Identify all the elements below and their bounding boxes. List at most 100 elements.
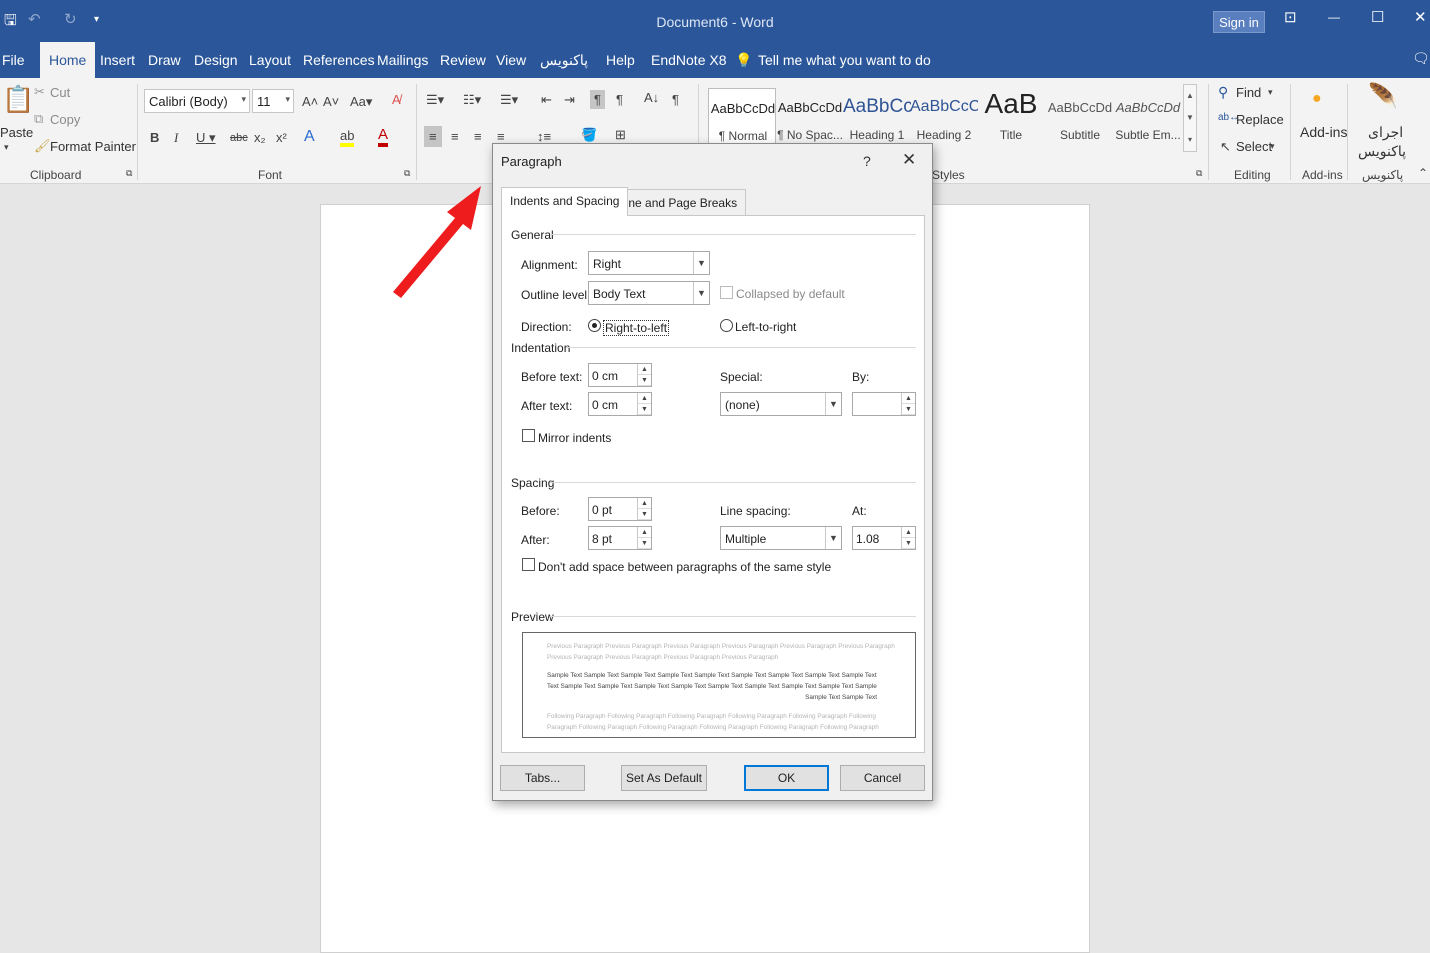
minimize-icon[interactable]: — (1328, 10, 1340, 24)
borders-icon[interactable]: ⊞ (615, 127, 626, 143)
show-marks-icon[interactable]: ¶ (672, 92, 679, 107)
font-size-combo[interactable]: 11 ▾ (252, 89, 294, 113)
decrease-indent-icon[interactable]: ⇤ (541, 92, 552, 108)
tab-layout[interactable]: Layout (249, 52, 291, 68)
maximize-icon[interactable]: ☐ (1371, 8, 1384, 26)
spin-down-icon[interactable]: ▼ (638, 375, 651, 386)
paste-icon[interactable]: 📋 (2, 84, 34, 115)
by-spinner[interactable]: ▲ ▼ (852, 392, 916, 416)
close-window-icon[interactable]: ✕ (1414, 8, 1427, 26)
cut-button[interactable]: Cut (50, 85, 70, 100)
find-icon[interactable]: ⚲ (1218, 84, 1228, 101)
feather-icon[interactable]: 🪶 (1368, 82, 1398, 111)
spacing-before-spinner[interactable]: 0 pt ▲ ▼ (588, 497, 652, 521)
comments-icon[interactable]: 🗨 (1412, 50, 1430, 67)
italic-icon[interactable]: I (174, 130, 178, 146)
format-painter-button[interactable]: Format Painter (50, 139, 136, 154)
collapse-ribbon-icon[interactable]: ⌃ (1418, 166, 1428, 180)
rtl-direction-icon[interactable]: ¶ (616, 92, 623, 107)
tab-draw[interactable]: Draw (148, 52, 181, 68)
bullets-icon[interactable]: ☰▾ (426, 92, 444, 108)
paste-dropdown-icon[interactable]: ▾ (4, 142, 9, 153)
align-right-icon[interactable]: ≡ (474, 129, 482, 144)
style-heading-1[interactable]: AaBbCc Heading 1 (843, 88, 911, 144)
ltr-radio[interactable] (720, 319, 733, 332)
spin-down-icon[interactable]: ▼ (638, 538, 651, 549)
spin-up-icon[interactable]: ▲ (902, 527, 915, 538)
shrink-font-icon[interactable]: A˅ (323, 94, 339, 109)
spin-up-icon[interactable]: ▲ (638, 393, 651, 404)
spin-up-icon[interactable]: ▲ (638, 527, 651, 538)
spinner-buttons[interactable]: ▲ ▼ (637, 498, 651, 520)
tab-line-and-page-breaks[interactable]: Line and Page Breaks (610, 189, 747, 215)
font-launcher-icon[interactable]: ⧉ (404, 168, 410, 179)
paknevis-run-label-2[interactable]: پاکنویس (1358, 143, 1406, 160)
tab-mailings[interactable]: Mailings (377, 52, 428, 68)
align-center-icon[interactable]: ≡ (451, 129, 459, 144)
clear-formatting-icon[interactable]: A̸ (392, 92, 401, 107)
cancel-button[interactable]: Cancel (840, 765, 925, 791)
numbering-icon[interactable]: ☷▾ (463, 92, 481, 108)
chevron-down-icon[interactable]: ▾ (1268, 87, 1273, 98)
style-title[interactable]: AaB Title (977, 88, 1045, 144)
alignment-select[interactable]: Right ▼ (588, 251, 710, 275)
shading-icon[interactable]: 🪣 (581, 127, 597, 143)
paknevis-run-label[interactable]: اجرای (1368, 124, 1403, 141)
special-select[interactable]: (none) ▼ (720, 392, 842, 416)
change-case-icon[interactable]: Aa▾ (350, 94, 372, 110)
tab-references[interactable]: References (303, 52, 375, 68)
tab-design[interactable]: Design (194, 52, 238, 68)
superscript-icon[interactable]: x² (276, 130, 287, 145)
at-spinner[interactable]: 1.08 ▲ ▼ (852, 526, 916, 550)
spin-up-icon[interactable]: ▲ (638, 364, 651, 375)
ltr-label[interactable]: Left-to-right (735, 320, 796, 334)
sort-icon[interactable]: A↓ (644, 90, 659, 105)
select-button[interactable]: Select (1236, 139, 1272, 154)
clipboard-launcher-icon[interactable]: ⧉ (126, 168, 132, 179)
tab-indents-and-spacing[interactable]: Indents and Spacing (501, 187, 629, 216)
spin-down-icon[interactable]: ▼ (638, 509, 651, 520)
addins-button[interactable]: Add-ins (1300, 124, 1347, 140)
styles-scroll[interactable]: ▲ ▼ ▾ (1183, 84, 1197, 152)
collapsed-checkbox[interactable] (720, 286, 733, 299)
spin-up-icon[interactable]: ▲ (902, 393, 915, 404)
grow-font-icon[interactable]: A˄ (302, 94, 318, 109)
spacing-after-spinner[interactable]: 8 pt ▲ ▼ (588, 526, 652, 550)
ltr-direction-icon[interactable]: ¶ (590, 90, 605, 109)
tabs-button[interactable]: Tabs... (500, 765, 585, 791)
tab-endnote[interactable]: EndNote X8 (651, 52, 727, 68)
bold-icon[interactable]: B (150, 130, 159, 145)
tab-home[interactable]: Home (40, 42, 96, 78)
spinner-buttons[interactable]: ▲ ▼ (637, 364, 651, 386)
tab-review[interactable]: Review (440, 52, 486, 68)
rtl-label[interactable]: Right-to-left (603, 320, 670, 336)
spinner-buttons[interactable]: ▲ ▼ (637, 527, 651, 549)
underline-icon[interactable]: U ▾ (196, 130, 216, 146)
ok-button[interactable]: OK (744, 765, 829, 791)
tab-paknevis[interactable]: پاکنویس (540, 52, 588, 69)
tab-help[interactable]: Help (606, 52, 635, 68)
text-effects-icon[interactable]: A (304, 128, 315, 146)
copy-button[interactable]: Copy (50, 112, 80, 127)
subscript-icon[interactable]: x₂ (254, 130, 266, 145)
ribbon-display-icon[interactable]: ⊡ (1284, 8, 1297, 26)
line-spacing-select[interactable]: Multiple ▼ (720, 526, 842, 550)
spinner-buttons[interactable]: ▲ ▼ (901, 393, 915, 415)
mirror-indents-checkbox[interactable] (522, 429, 535, 442)
copy-icon[interactable]: ⧉ (34, 111, 43, 127)
tab-insert[interactable]: Insert (100, 52, 135, 68)
outline-level-select[interactable]: Body Text ▼ (588, 281, 710, 305)
justify-icon[interactable]: ≡ (497, 129, 505, 144)
tab-file[interactable]: File (2, 52, 25, 68)
style-normal[interactable]: AaBbCcDd ¶ Normal (708, 88, 776, 144)
help-button[interactable]: ? (863, 153, 871, 169)
set-as-default-button[interactable]: Set As Default (621, 765, 707, 791)
font-color-icon[interactable]: A (378, 126, 389, 147)
styles-launcher-icon[interactable]: ⧉ (1196, 168, 1202, 179)
spin-down-icon[interactable]: ▼ (902, 404, 915, 415)
font-name-combo[interactable]: Calibri (Body) ▾ (144, 89, 250, 113)
find-button[interactable]: Find (1236, 85, 1261, 100)
multilevel-list-icon[interactable]: ☰▾ (500, 92, 518, 108)
increase-indent-icon[interactable]: ⇥ (564, 92, 575, 108)
dont-add-space-checkbox[interactable] (522, 558, 535, 571)
